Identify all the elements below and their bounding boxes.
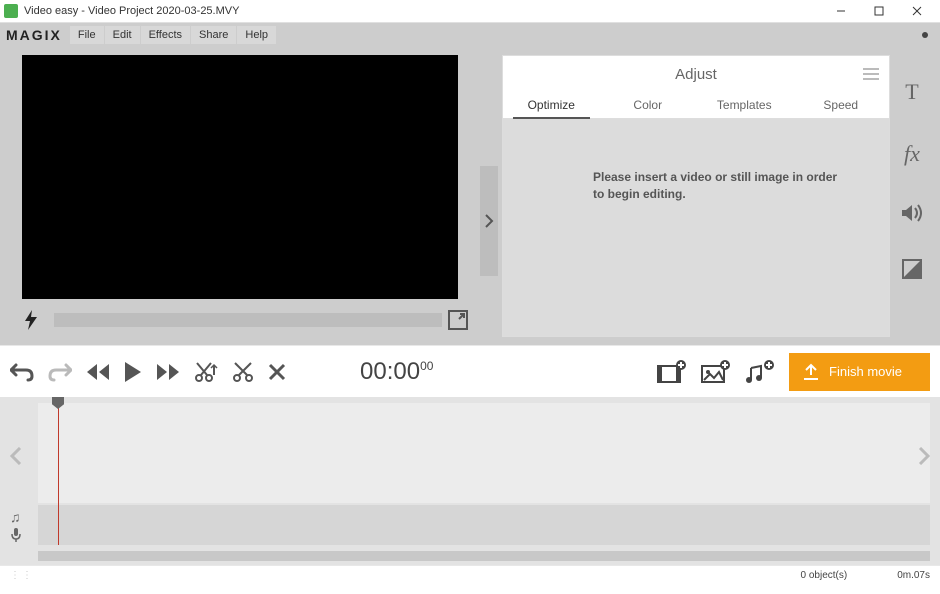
tab-color[interactable]: Color [600, 92, 697, 118]
minimize-button[interactable] [822, 0, 860, 22]
delete-button[interactable] [268, 363, 286, 381]
flash-icon[interactable] [22, 309, 48, 331]
menu-share[interactable]: Share [191, 26, 236, 44]
status-bar: ⋮⋮ 0 object(s) 0m.07s [0, 565, 940, 585]
panel-menu-icon[interactable] [863, 68, 879, 80]
play-button[interactable] [124, 361, 142, 383]
preview-scrollbar[interactable] [54, 313, 442, 327]
fullscreen-icon[interactable] [448, 310, 474, 330]
add-audio-button[interactable] [745, 360, 775, 384]
mic-track-icon[interactable] [10, 527, 22, 543]
resize-grip-icon: ⋮⋮ [10, 570, 34, 581]
adjust-title: Adjust [675, 66, 717, 83]
undo-button[interactable] [10, 362, 34, 382]
close-button[interactable] [898, 0, 936, 22]
upload-icon [803, 363, 819, 381]
transport-toolbar: 00:0000 Finish movie [0, 345, 940, 397]
add-image-button[interactable] [701, 360, 731, 384]
redo-button[interactable] [48, 362, 72, 382]
finish-movie-button[interactable]: Finish movie [789, 353, 930, 391]
audio-track[interactable] [38, 505, 930, 545]
add-video-button[interactable] [657, 360, 687, 384]
timeline-next-icon[interactable] [918, 447, 930, 465]
video-track[interactable] [38, 403, 930, 503]
timeline-prev-icon[interactable] [10, 447, 22, 465]
app-icon [4, 4, 18, 18]
menu-help[interactable]: Help [237, 26, 276, 44]
video-preview[interactable] [22, 55, 458, 299]
tab-speed[interactable]: Speed [793, 92, 890, 118]
text-tool-icon[interactable]: T [905, 79, 918, 105]
right-toolbar: T fx [890, 55, 934, 337]
adjust-message: Please insert a video or still image in … [503, 119, 889, 336]
status-objects: 0 object(s) [801, 570, 848, 581]
tab-optimize[interactable]: Optimize [503, 92, 600, 118]
status-dot-icon [922, 32, 928, 38]
cut-start-button[interactable] [194, 361, 218, 383]
rewind-button[interactable] [86, 363, 110, 381]
adjust-panel: Adjust Optimize Color Templates Speed Pl… [502, 55, 890, 337]
status-duration: 0m.07s [897, 570, 930, 581]
preview-column [0, 47, 480, 345]
playhead[interactable] [58, 405, 59, 545]
menu-bar: MAGIX File Edit Effects Share Help [0, 23, 940, 47]
upper-panel: Adjust Optimize Color Templates Speed Pl… [0, 47, 940, 345]
maximize-button[interactable] [860, 0, 898, 22]
timeline[interactable]: ♫ [0, 397, 940, 565]
menu-effects[interactable]: Effects [141, 26, 190, 44]
forward-button[interactable] [156, 363, 180, 381]
window-titlebar: Video easy - Video Project 2020-03-25.MV… [0, 0, 940, 23]
timecode-display: 00:0000 [360, 358, 433, 386]
exposure-tool-icon[interactable] [902, 259, 922, 279]
finish-label: Finish movie [829, 364, 902, 379]
audio-tool-icon[interactable] [901, 203, 923, 223]
menu-edit[interactable]: Edit [105, 26, 140, 44]
window-title: Video easy - Video Project 2020-03-25.MV… [24, 5, 822, 17]
music-track-icon[interactable]: ♫ [10, 509, 21, 525]
tab-templates[interactable]: Templates [696, 92, 793, 118]
effects-tool-icon[interactable]: fx [904, 141, 920, 167]
menu-file[interactable]: File [70, 26, 104, 44]
timeline-scrollbar[interactable] [38, 551, 930, 561]
panel-expand-button[interactable] [480, 166, 498, 276]
cut-button[interactable] [232, 361, 254, 383]
brand-logo: MAGIX [6, 27, 62, 43]
